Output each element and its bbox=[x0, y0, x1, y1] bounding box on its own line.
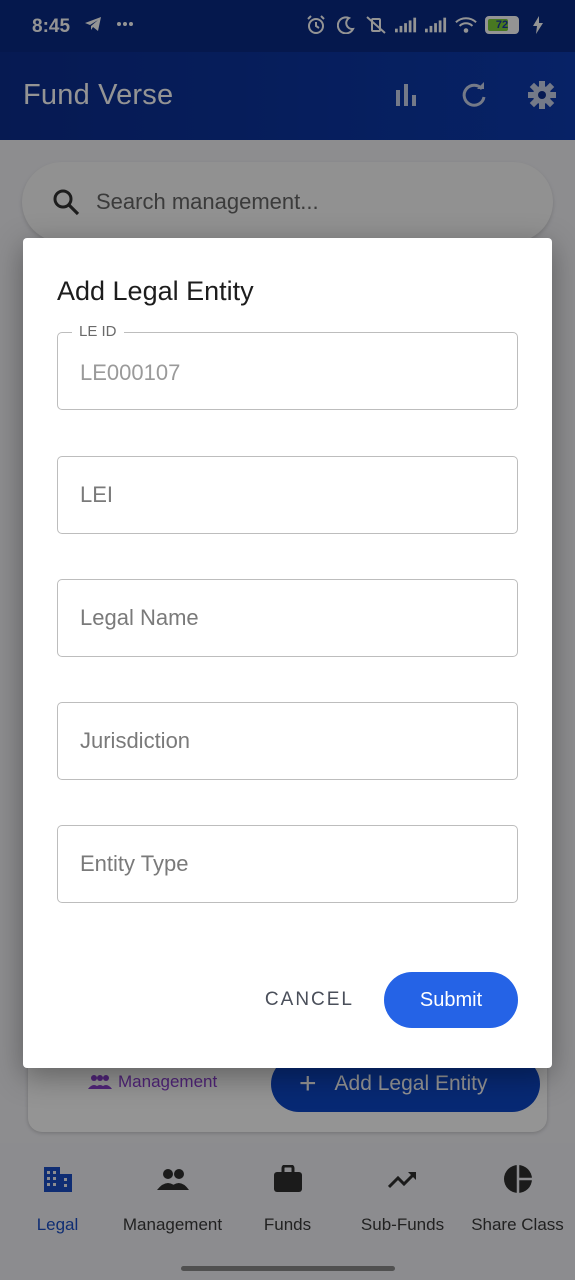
jurisdiction-input[interactable] bbox=[80, 728, 500, 754]
le-id-field[interactable]: LE ID LE000107 bbox=[57, 323, 518, 410]
battery-percent: 72 bbox=[495, 19, 509, 31]
cancel-button[interactable]: CANCEL bbox=[265, 981, 354, 1019]
lei-input[interactable] bbox=[80, 482, 500, 508]
add-legal-entity-dialog: Add Legal Entity LE ID LE000107 CANCEL S… bbox=[23, 238, 552, 1068]
entity-type-field[interactable] bbox=[57, 825, 518, 903]
legal-name-field[interactable] bbox=[57, 579, 518, 657]
legal-name-input[interactable] bbox=[80, 605, 500, 631]
dialog-title: Add Legal Entity bbox=[57, 276, 254, 306]
dialog-actions: CANCEL Submit bbox=[265, 972, 518, 1028]
le-id-value: LE000107 bbox=[80, 360, 181, 385]
entity-type-input[interactable] bbox=[80, 851, 500, 877]
lei-field[interactable] bbox=[57, 456, 518, 534]
submit-button[interactable]: Submit bbox=[384, 972, 518, 1028]
le-id-label: LE ID bbox=[72, 323, 124, 340]
jurisdiction-field[interactable] bbox=[57, 702, 518, 780]
